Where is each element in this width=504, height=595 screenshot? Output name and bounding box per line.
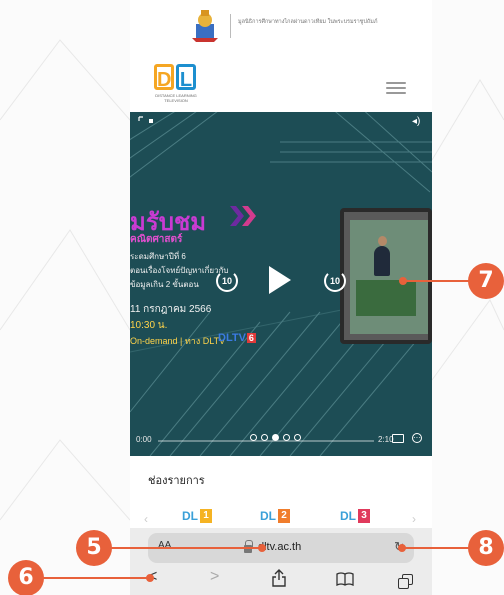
poster-time: 10:30 น. [130, 320, 168, 331]
hamburger-menu-icon[interactable] [386, 82, 406, 96]
logo-letters: D L [154, 64, 196, 91]
play-icon[interactable] [269, 266, 291, 294]
channel-1-number: 1 [200, 509, 212, 523]
page-dot[interactable] [294, 434, 301, 441]
safari-bottom-bar: AA dltv.ac.th ↻ < > [130, 528, 432, 595]
address-bar[interactable]: AA dltv.ac.th ↻ [148, 533, 414, 563]
callout-badge-6: 6 [8, 560, 44, 595]
url-text[interactable]: dltv.ac.th [258, 541, 301, 553]
callout-badge-7: 7 [468, 263, 504, 299]
channel-carousel: ‹ DL 1 DL 2 DL 3 › [130, 500, 432, 528]
skip-back-10-icon[interactable]: 10 [216, 270, 238, 292]
poster-date: 11 กรกฎาคม 2566 [130, 304, 212, 315]
dltv-logo[interactable]: D L DISTANCE LEARNING TELEVISION [148, 64, 204, 108]
skip-forward-10-icon[interactable]: 10 [324, 270, 346, 292]
poster-line: ข้อมูลเกิน 2 ขั้นตอน [130, 280, 199, 289]
chevron-right-icon[interactable]: > [210, 568, 219, 586]
teacher-figure [374, 246, 390, 276]
channel-3-number: 3 [358, 509, 370, 523]
channel-2-logo: DL [260, 509, 276, 523]
tv-thumbnail [340, 208, 432, 344]
chevron-left-icon[interactable]: < [148, 568, 157, 586]
page-dot-active[interactable] [272, 434, 279, 441]
video-player[interactable]: มรับชม คณิตศาสตร์ ระดมศึกษาปีที่ 6 ตอนเร… [130, 112, 432, 456]
logo-letter-d: D [154, 64, 174, 91]
callout-badge-8: 8 [468, 530, 504, 566]
classroom-desk [356, 280, 416, 316]
royal-seal-icon [192, 10, 218, 42]
volume-icon[interactable]: ◂) [412, 116, 420, 127]
page-indicator[interactable] [250, 434, 301, 441]
tabs-icon[interactable] [398, 574, 413, 589]
more-options-icon[interactable]: ··· [412, 433, 422, 443]
channel-2-number: 2 [278, 509, 290, 523]
picture-in-picture-icon[interactable] [392, 434, 404, 443]
foundation-header: มูลนิธิการศึกษาทางไกลผ่านดาวเทียม ในพระบ… [186, 8, 378, 44]
callout-badge-5: 5 [76, 530, 112, 566]
logo-letter-l: L [176, 64, 196, 91]
screenshot-stage: มูลนิธิการศึกษาทางไกลผ่านดาวเทียม ในพระบ… [0, 0, 504, 595]
channel-1-logo: DL [182, 509, 198, 523]
teacher-head [378, 236, 387, 246]
channels-heading: ช่องรายการ [148, 475, 205, 487]
page-dot[interactable] [283, 434, 290, 441]
poster-subject: คณิตศาสตร์ [130, 234, 183, 245]
poster-channel-badge: DLTV 6 [218, 332, 256, 344]
safari-toolbar: < > [130, 566, 432, 594]
channel-3-button[interactable]: DL 3 [340, 508, 370, 524]
poster-live-info: On-demand | ทาง DLTV [130, 336, 226, 346]
carousel-next-icon[interactable]: › [412, 512, 416, 526]
bookmarks-icon[interactable] [336, 572, 354, 586]
current-time: 0:00 [136, 435, 152, 444]
foundation-name: มูลนิธิการศึกษาทางไกลผ่านดาวเทียม ในพระบ… [238, 19, 378, 25]
fullscreen-icon[interactable] [138, 116, 154, 126]
carousel-prev-icon[interactable]: ‹ [144, 512, 148, 526]
page-dot[interactable] [250, 434, 257, 441]
channel-1-button[interactable]: DL 1 [182, 508, 212, 524]
page-dot[interactable] [261, 434, 268, 441]
logo-caption: DISTANCE LEARNING TELEVISION [155, 93, 197, 103]
lock-icon [244, 540, 253, 553]
share-icon[interactable] [272, 569, 286, 587]
channel-3-logo: DL [340, 509, 356, 523]
header-divider [230, 14, 231, 38]
poster-line: ตอนเรื่องโจทย์ปัญหาเกี่ยวกับ [130, 266, 229, 275]
poster-line: ระดมศึกษาปีที่ 6 [130, 252, 186, 261]
reader-options-button[interactable]: AA [158, 540, 171, 551]
tv-screen [350, 220, 428, 334]
reload-icon[interactable]: ↻ [394, 539, 405, 555]
channel-2-button[interactable]: DL 2 [260, 508, 290, 524]
